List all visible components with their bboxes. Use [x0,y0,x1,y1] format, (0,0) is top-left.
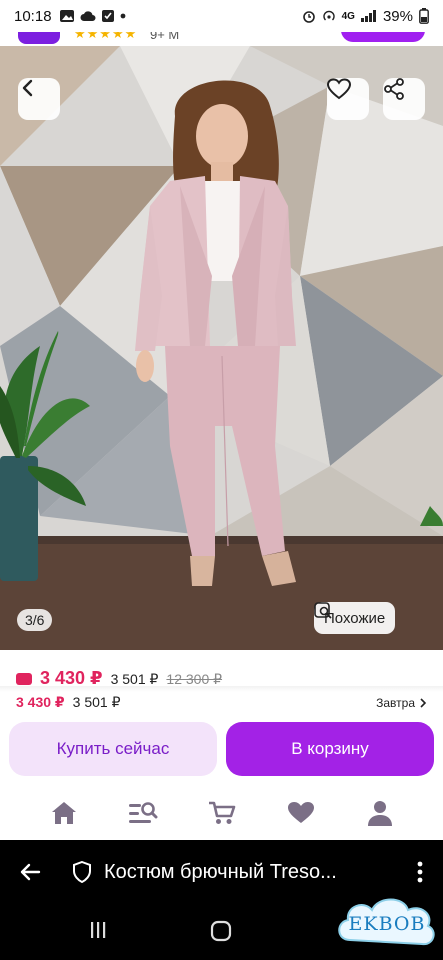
home-pill-icon [210,920,232,942]
add-to-cart-button[interactable]: В корзину [226,722,434,776]
price-secondary-main: 3 430 ₽ [16,694,65,710]
chevron-left-icon [22,79,33,97]
rating-count: 9+ M [150,32,180,42]
buy-now-button[interactable]: Купить сейчас [9,722,217,776]
recents-icon [91,922,106,938]
tab-profile[interactable] [360,793,400,833]
favorite-button[interactable] [327,78,369,120]
more-options-button[interactable] [397,861,443,883]
shield-icon [73,861,91,883]
home-icon [51,802,76,824]
status-time: 10:18 [14,7,52,25]
purchase-sheet: 3 430 ₽ 3 501 ₽ 12 300 ₽ 3 430 ₽ 3 501 ₽… [0,650,443,840]
share-button[interactable] [383,78,425,120]
bottom-tab-bar [0,786,443,840]
more-vertical-icon [417,861,423,883]
tab-catalog[interactable] [123,793,163,833]
favorites-icon [287,802,314,823]
signal-icon [360,10,376,22]
arrow-left-icon [20,863,41,881]
tab-favorites[interactable] [281,793,321,833]
cloud-icon [80,11,96,21]
header-install-button[interactable] [341,32,425,42]
status-bar: 10:18 4G 39% [0,0,443,32]
image-notification-icon [59,10,74,22]
notification-icons [59,10,126,22]
dot-icon [120,13,125,19]
security-indicator[interactable] [60,861,104,883]
price-secondary-alt: 3 501 ₽ [72,694,121,710]
back-button[interactable] [18,78,60,120]
tab-cart[interactable] [202,793,242,833]
similar-button[interactable]: Похожие [314,602,396,634]
watermark-text: EKBOB [348,913,426,935]
share-icon [384,78,404,100]
delivery-label: Завтра [376,696,415,710]
battery-icon [419,8,429,24]
header-peek: ★★★★★ 9+ M [0,32,443,46]
status-right: 4G 39% [302,8,429,25]
battery-level: 39% [382,7,413,25]
check-box-icon [101,10,114,22]
image-counter: 3/6 [17,609,53,631]
hotspot-icon [322,10,335,21]
sheet-divider [0,686,443,692]
delivery-link[interactable]: Завтра [376,696,427,710]
app-logo [18,32,60,44]
search-similar-icon [314,602,332,619]
webview-back-button[interactable] [0,863,60,881]
profile-icon [367,801,392,826]
webview-title: Костюм брючный Treso... [104,860,337,883]
network-label: 4G [341,10,355,22]
product-photo[interactable]: 3/6 Похожие [0,46,443,650]
heart-icon [327,78,351,100]
chevron-right-icon [420,698,427,708]
price-row-secondary: 3 430 ₽ 3 501 ₽ [16,694,121,711]
catalog-search-icon [128,802,157,823]
recents-button[interactable] [88,920,108,945]
cart-icon [208,801,235,824]
product-image [0,46,443,650]
wallet-icon [16,673,32,685]
tab-home[interactable] [44,793,84,833]
alarm-icon [302,11,315,23]
rating-stars-icon: ★★★★★ [74,32,138,41]
home-button[interactable] [210,920,232,947]
